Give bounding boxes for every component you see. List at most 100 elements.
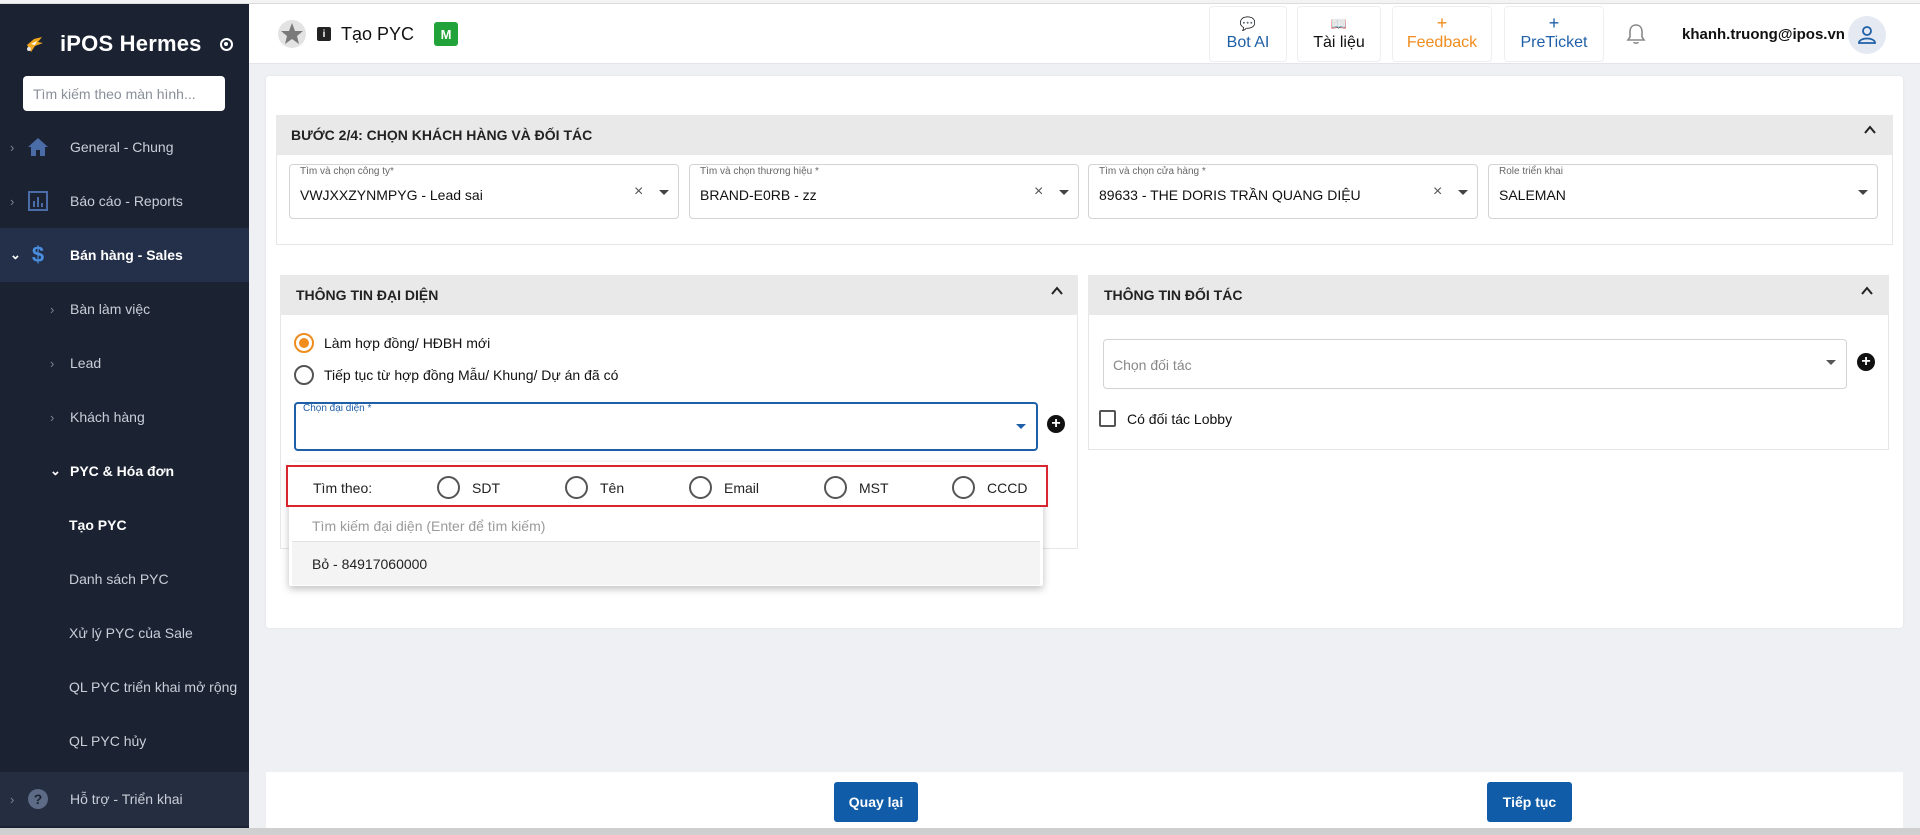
rep-panel-header[interactable]: THÔNG TIN ĐẠI DIỆN bbox=[280, 275, 1078, 315]
clear-icon[interactable]: × bbox=[634, 183, 643, 201]
documents-button[interactable]: 📖 Tài liệu bbox=[1297, 6, 1381, 62]
lobby-partner-checkbox[interactable]: Có đối tác Lobby bbox=[1099, 410, 1232, 427]
list-item[interactable]: Bỏ - 84917060000 bbox=[292, 542, 1040, 585]
sidebar-item-label: QL PYC triển khai mở rộng bbox=[69, 679, 238, 695]
radio-unselected-icon[interactable] bbox=[294, 365, 314, 385]
sidebar-item-label: Xử lý PYC của Sale bbox=[69, 625, 193, 641]
sidebar-item-pyc-list[interactable]: Danh sách PYC bbox=[0, 552, 249, 606]
representative-search-input[interactable]: Tìm kiếm đại diện (Enter để tìm kiếm) bbox=[312, 518, 545, 534]
search-by-phone[interactable]: SDT bbox=[437, 476, 500, 499]
sidebar-item-lead[interactable]: › Lead bbox=[0, 336, 249, 390]
chevron-up-icon[interactable] bbox=[1860, 284, 1874, 298]
search-by-email[interactable]: Email bbox=[689, 476, 759, 499]
search-by-tax-id[interactable]: MST bbox=[824, 476, 889, 499]
add-representative-icon[interactable]: + bbox=[1047, 415, 1065, 433]
sidebar-item-sales[interactable]: ⌄ $ Bán hàng - Sales bbox=[0, 228, 249, 282]
sidebar-item-general[interactable]: › General - Chung bbox=[0, 120, 249, 174]
chevron-up-icon[interactable] bbox=[1050, 284, 1064, 298]
chevron-up-icon[interactable] bbox=[1863, 123, 1877, 137]
preticket-button[interactable]: + PreTicket bbox=[1504, 6, 1604, 62]
partner-panel-title: THÔNG TIN ĐỐI TÁC bbox=[1104, 287, 1243, 303]
back-button[interactable]: Quay lại bbox=[834, 782, 918, 822]
role-select[interactable]: Role triển khai SALEMAN bbox=[1488, 164, 1878, 219]
sidebar-item-expansion-pyc[interactable]: QL PYC triển khai mở rộng bbox=[0, 660, 249, 714]
dollar-icon: $ bbox=[31, 242, 45, 267]
radio-dot-icon[interactable] bbox=[219, 37, 233, 51]
radio-new-contract[interactable]: Làm hợp đồng/ HĐBH mới bbox=[294, 333, 490, 353]
bell-icon[interactable] bbox=[1624, 22, 1648, 46]
chevron-down-icon: ⌄ bbox=[50, 463, 61, 478]
dropdown-arrow-icon[interactable] bbox=[1858, 190, 1868, 195]
sidebar-item-label: Bán hàng - Sales bbox=[70, 247, 183, 263]
radio-unselected-icon[interactable] bbox=[689, 476, 712, 499]
step-section-header[interactable]: BƯỚC 2/4: CHỌN KHÁCH HÀNG VÀ ĐỐI TÁC bbox=[276, 115, 1893, 155]
info-icon[interactable]: i bbox=[317, 27, 331, 41]
radio-unselected-icon[interactable] bbox=[824, 476, 847, 499]
next-button[interactable]: Tiếp tục bbox=[1487, 782, 1572, 822]
partner-select[interactable]: Chọn đối tác bbox=[1103, 339, 1847, 389]
sidebar-item-reports[interactable]: › Báo cáo - Reports bbox=[0, 174, 249, 228]
partner-panel-header[interactable]: THÔNG TIN ĐỐI TÁC bbox=[1088, 275, 1889, 315]
star-icon[interactable] bbox=[277, 19, 307, 49]
dropdown-arrow-icon[interactable] bbox=[1016, 424, 1026, 429]
sidebar-item-pyc-invoices[interactable]: ⌄ PYC & Hóa đơn bbox=[0, 444, 249, 498]
sidebar-item-sale-pyc[interactable]: Xử lý PYC của Sale bbox=[0, 606, 249, 660]
chevron-right-icon: › bbox=[10, 193, 15, 209]
sidebar-item-label: QL PYC hủy bbox=[69, 733, 147, 749]
sidebar-item-cancelled-pyc[interactable]: QL PYC hủy bbox=[0, 714, 249, 768]
search-by-citizen-id[interactable]: CCCD bbox=[952, 476, 1027, 499]
help-icon: ? bbox=[26, 787, 50, 811]
field-value: 89633 - THE DORIS TRẦN QUANG DIỆU bbox=[1099, 187, 1361, 203]
store-select[interactable]: Tìm và chọn cửa hàng * 89633 - THE DORIS… bbox=[1088, 164, 1478, 219]
avatar[interactable] bbox=[1848, 16, 1886, 54]
page-title-group: i Tạo PYC M bbox=[277, 19, 459, 49]
plus-icon: + bbox=[1436, 13, 1448, 33]
sidebar-item-workspace[interactable]: › Bàn làm việc bbox=[0, 282, 249, 336]
search-by-name[interactable]: Tên bbox=[565, 476, 624, 499]
sidebar-item-label: Hỗ trợ - Triển khai bbox=[70, 791, 183, 807]
rep-panel-title: THÔNG TIN ĐẠI DIỆN bbox=[296, 287, 439, 303]
status-badge: M bbox=[434, 22, 459, 46]
button-label: Bot AI bbox=[1226, 34, 1270, 51]
sidebar-item-label: Tạo PYC bbox=[69, 517, 127, 533]
option-label: CCCD bbox=[987, 479, 1028, 496]
radio-unselected-icon[interactable] bbox=[565, 476, 588, 499]
checkbox-unchecked-icon[interactable] bbox=[1099, 410, 1116, 427]
sidebar-item-label: Khách hàng bbox=[70, 409, 145, 425]
field-label: Role triển khai bbox=[1499, 166, 1563, 177]
sidebar-item-label: Danh sách PYC bbox=[69, 571, 169, 587]
dropdown-arrow-icon[interactable] bbox=[1826, 360, 1836, 365]
radio-unselected-icon[interactable] bbox=[952, 476, 975, 499]
dropdown-arrow-icon[interactable] bbox=[659, 190, 669, 195]
clear-icon[interactable]: × bbox=[1433, 183, 1442, 201]
dropdown-arrow-icon[interactable] bbox=[1458, 190, 1468, 195]
sidebar-item-support[interactable]: › ? Hỗ trợ - Triển khai bbox=[0, 772, 249, 826]
brand-select[interactable]: Tìm và chọn thương hiệu * BRAND-E0RB - z… bbox=[689, 164, 1079, 219]
chat-bubble-icon: 💬 bbox=[1239, 16, 1257, 31]
user-email[interactable]: khanh.truong@ipos.vn bbox=[1682, 26, 1845, 43]
brand[interactable]: iPOS Hermes bbox=[24, 24, 233, 64]
company-select[interactable]: Tìm và chọn công ty* VWJXXZYNMPYG - Lead… bbox=[289, 164, 679, 219]
sidebar-item-create-pyc[interactable]: Tạo PYC bbox=[0, 498, 249, 552]
radio-label: Tiếp tục từ hợp đồng Mẫu/ Khung/ Dự án đ… bbox=[324, 367, 619, 383]
feedback-button[interactable]: + Feedback bbox=[1392, 6, 1492, 62]
partner-placeholder: Chọn đối tác bbox=[1113, 357, 1192, 373]
svg-text:?: ? bbox=[34, 791, 43, 807]
radio-selected-icon[interactable] bbox=[294, 333, 314, 353]
dropdown-arrow-icon[interactable] bbox=[1059, 190, 1069, 195]
bot-ai-button[interactable]: 💬 Bot AI bbox=[1209, 6, 1287, 62]
representative-select[interactable]: Chọn đại diện * bbox=[294, 402, 1038, 451]
radio-continue-contract[interactable]: Tiếp tục từ hợp đồng Mẫu/ Khung/ Dự án đ… bbox=[294, 365, 618, 385]
sidebar-item-customers[interactable]: › Khách hàng bbox=[0, 390, 249, 444]
button-label: Feedback bbox=[1406, 34, 1478, 51]
sidebar-search-input[interactable] bbox=[23, 76, 225, 111]
chevron-right-icon: › bbox=[10, 139, 15, 155]
sidebar-item-label: Báo cáo - Reports bbox=[70, 193, 183, 209]
field-value: VWJXXZYNMPYG - Lead sai bbox=[300, 187, 483, 203]
add-partner-icon[interactable]: + bbox=[1857, 353, 1875, 371]
chevron-right-icon: › bbox=[50, 409, 55, 425]
radio-unselected-icon[interactable] bbox=[437, 476, 460, 499]
clear-icon[interactable]: × bbox=[1034, 183, 1043, 201]
page-title: Tạo PYC bbox=[341, 23, 415, 44]
field-label: Chọn đại diện * bbox=[303, 403, 372, 414]
